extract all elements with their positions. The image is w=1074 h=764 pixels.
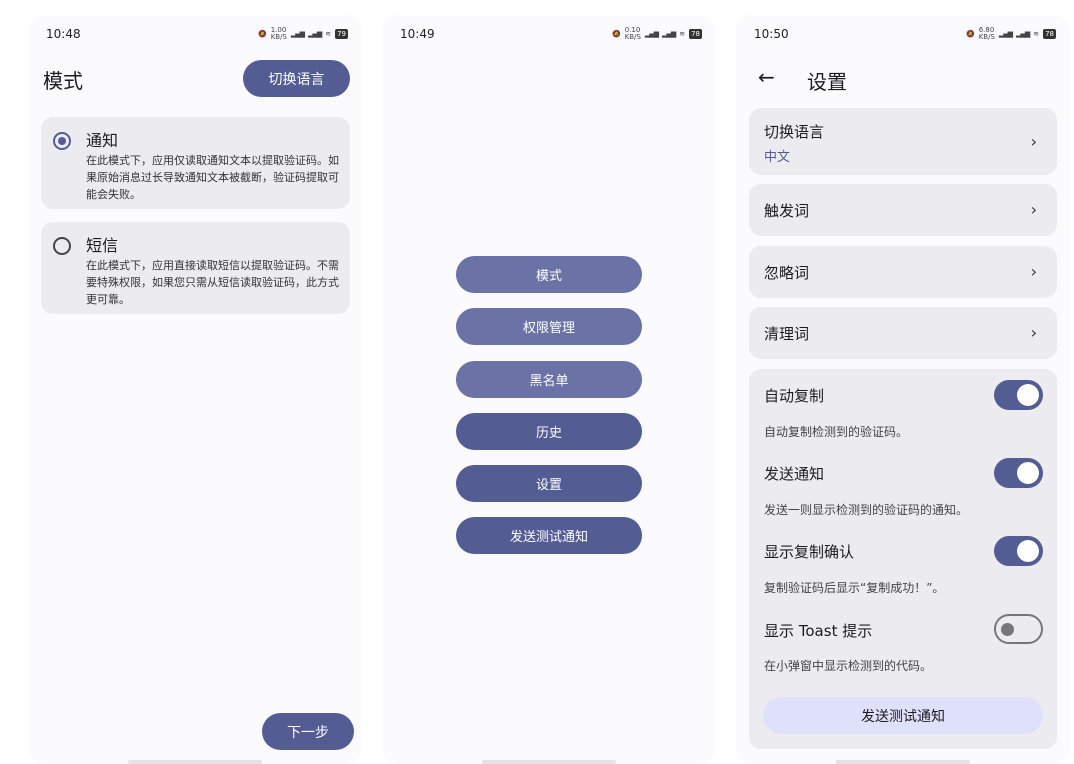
mode-description: 在此模式下，应用仅读取通知文本以提取验证码。如果原始消息过长导致通知文本被截断，… [86, 154, 339, 201]
home-indicator [128, 760, 262, 764]
toggle-title: 发送通知 [764, 465, 825, 483]
page-title: 模式 [43, 69, 83, 93]
back-arrow-icon[interactable]: ← [758, 67, 775, 87]
setting-label: 清理词 [764, 325, 810, 343]
mode-name: 通知 [86, 131, 119, 150]
signal-icon: ▂▄▆ [290, 30, 305, 38]
language-setting[interactable]: 切换语言 中文 › [749, 108, 1057, 175]
status-icons: 🔕 1.00 KB/S ▂▄▆ ▂▄▆ ≋ 79 [258, 27, 348, 41]
clean-words-setting[interactable]: 清理词 › [749, 307, 1057, 359]
signal-icon: ▂▄▆ [998, 30, 1013, 38]
signal-icon: ▂▄▆ [308, 30, 322, 38]
send-test-notification-button[interactable]: 发送测试通知 [763, 697, 1043, 734]
toggle-description: 在小弹窗中显示检测到的代码。 [764, 659, 933, 673]
toggle-title: 自动复制 [764, 387, 825, 405]
signal-icon: ▂▄▆ [644, 30, 659, 38]
setting-label: 切换语言 [764, 123, 825, 141]
net-speed: 6.80 KB/S [978, 26, 995, 41]
mode-screen: 10:48 🔕 1.00 KB/S ▂▄▆ ▂▄▆ ≋ 79 模式 切换语言 通… [28, 15, 362, 764]
status-bar: 10:48 🔕 1.00 KB/S ▂▄▆ ▂▄▆ ≋ 79 [28, 15, 362, 55]
mute-icon: 🔕 [257, 30, 267, 38]
trigger-words-setting[interactable]: 触发词 › [749, 184, 1057, 236]
battery-icon: 79 [335, 29, 348, 39]
toggle-description: 自动复制检测到的验证码。 [764, 425, 909, 439]
net-speed: 0.10 KB/S [624, 26, 641, 41]
toggle-description: 复制验证码后显示“复制成功！”。 [764, 581, 945, 595]
menu-settings-button[interactable]: 设置 [456, 465, 642, 502]
mode-name: 短信 [86, 236, 119, 255]
menu-permissions-button[interactable]: 权限管理 [456, 308, 642, 345]
settings-screen: 10:50 🔕 6.80 KB/S ▂▄▆ ▂▄▆ ≋ 78 ← 设置 切换语言… [736, 15, 1070, 764]
main-menu-screen: 10:49 🔕 0.10 KB/S ▂▄▆ ▂▄▆ ≋ 78 模式 权限管理 黑… [382, 15, 716, 764]
status-icons: 🔕 6.80 KB/S ▂▄▆ ▂▄▆ ≋ 78 [966, 27, 1056, 41]
copy-confirm-switch[interactable] [994, 536, 1043, 566]
mute-icon: 🔕 [965, 30, 975, 38]
wifi-icon: ≋ [1033, 30, 1040, 38]
home-indicator [836, 760, 970, 764]
toast-switch[interactable] [994, 614, 1043, 644]
auto-copy-switch[interactable] [994, 380, 1043, 410]
menu-send-test-button[interactable]: 发送测试通知 [456, 517, 642, 554]
switch-language-button[interactable]: 切换语言 [243, 60, 350, 97]
next-button[interactable]: 下一步 [262, 713, 354, 750]
ignore-words-setting[interactable]: 忽略词 › [749, 246, 1057, 298]
status-time: 10:50 [754, 27, 789, 41]
toggle-title: 显示 Toast 提示 [764, 622, 873, 640]
wifi-icon: ≋ [325, 30, 332, 38]
toggle-settings-card: 自动复制 自动复制检测到的验证码。 发送通知 发送一则显示检测到的验证码的通知。… [749, 369, 1057, 749]
chevron-right-icon: › [1030, 323, 1037, 342]
chevron-right-icon: › [1030, 132, 1037, 151]
status-time: 10:48 [46, 27, 81, 41]
menu-mode-button[interactable]: 模式 [456, 256, 642, 293]
toggle-title: 显示复制确认 [764, 543, 855, 561]
mode-option-notification[interactable]: 通知 在此模式下，应用仅读取通知文本以提取验证码。如果原始消息过长导致通知文本被… [41, 117, 350, 209]
radio-selected-icon[interactable] [53, 132, 71, 150]
signal-icon: ▂▄▆ [662, 30, 676, 38]
status-bar: 10:49 🔕 0.10 KB/S ▂▄▆ ▂▄▆ ≋ 78 [382, 15, 716, 55]
toggle-description: 发送一则显示检测到的验证码的通知。 [764, 503, 969, 517]
status-bar: 10:50 🔕 6.80 KB/S ▂▄▆ ▂▄▆ ≋ 78 [736, 15, 1070, 55]
battery-icon: 78 [689, 29, 702, 39]
status-time: 10:49 [400, 27, 435, 41]
chevron-right-icon: › [1030, 262, 1037, 281]
chevron-right-icon: › [1030, 200, 1037, 219]
net-speed: 1.00 KB/S [270, 26, 287, 41]
mode-description: 在此模式下，应用直接读取短信以提取验证码。不需要特殊权限，如果您只需从短信读取验… [86, 259, 339, 306]
battery-icon: 78 [1043, 29, 1056, 39]
mode-option-sms[interactable]: 短信 在此模式下，应用直接读取短信以提取验证码。不需要特殊权限，如果您只需从短信… [41, 222, 350, 314]
menu-blacklist-button[interactable]: 黑名单 [456, 361, 642, 398]
status-icons: 🔕 0.10 KB/S ▂▄▆ ▂▄▆ ≋ 78 [612, 27, 702, 41]
wifi-icon: ≋ [679, 30, 686, 38]
page-title: 设置 [807, 70, 847, 94]
send-notification-switch[interactable] [994, 458, 1043, 488]
menu-history-button[interactable]: 历史 [456, 413, 642, 450]
setting-label: 忽略词 [764, 264, 810, 282]
setting-label: 触发词 [764, 202, 810, 220]
signal-icon: ▂▄▆ [1016, 30, 1030, 38]
radio-unselected-icon[interactable] [53, 237, 71, 255]
setting-value: 中文 [764, 150, 791, 165]
home-indicator [482, 760, 616, 764]
mute-icon: 🔕 [611, 30, 621, 38]
